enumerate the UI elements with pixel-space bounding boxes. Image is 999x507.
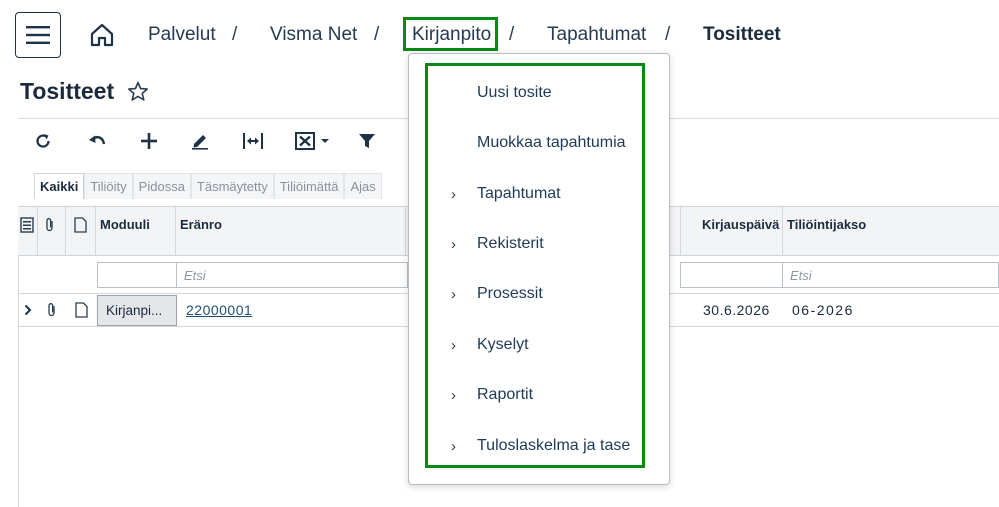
filter-icon xyxy=(359,134,375,148)
chevron-down-icon xyxy=(320,139,329,143)
add-icon xyxy=(141,133,157,149)
row-posting-date: 30.6.2026 xyxy=(703,302,770,318)
export-excel-dropdown[interactable] xyxy=(292,128,332,154)
breadcrumb-separator: / xyxy=(509,24,515,45)
chevron-right-icon xyxy=(24,304,32,316)
breadcrumb-visma-net[interactable]: Visma Net xyxy=(270,24,357,46)
menu-item-label: Muokkaa tapahtumia xyxy=(477,134,626,151)
tab-bar: Kaikki Tiliöity Pidossa Täsmäytetty Tili… xyxy=(34,173,382,199)
edit-button[interactable] xyxy=(187,128,213,154)
menu-item-tuloslaskelma-ja-tase[interactable]: › Tuloslaskelma ja tase xyxy=(430,431,642,461)
filter-eranro-input[interactable]: Etsi xyxy=(176,262,408,288)
row-period: 06-2026 xyxy=(792,302,854,318)
tab-ajas[interactable]: Ajas xyxy=(344,173,382,199)
breadcrumb-separator: / xyxy=(665,24,671,45)
menu-item-uusi-tosite[interactable]: Uusi tosite xyxy=(430,78,642,108)
breadcrumb-separator: / xyxy=(232,24,238,45)
menu-item-label: Raportit xyxy=(477,386,534,403)
chevron-right-icon: › xyxy=(451,235,456,253)
menu-item-label: Rekisterit xyxy=(477,235,544,252)
breadcrumb-palvelut[interactable]: Palvelut xyxy=(148,24,216,46)
menu-item-label: Prosessit xyxy=(477,285,543,302)
paperclip-icon xyxy=(48,303,55,317)
breadcrumb-separator: / xyxy=(374,24,380,45)
undo-button[interactable] xyxy=(84,128,110,154)
breadcrumb-current: Tositteet xyxy=(703,24,781,45)
column-header-moduuli[interactable]: Moduuli xyxy=(96,207,176,256)
breadcrumb-kirjanpito[interactable]: Kirjanpito xyxy=(412,24,491,46)
tab-tasmaytetty[interactable]: Täsmäytetty xyxy=(190,173,274,199)
chevron-right-icon: › xyxy=(451,285,456,303)
fit-columns-icon xyxy=(243,133,263,149)
menu-item-label: Kyselyt xyxy=(477,336,529,353)
menu-item-label: Tuloslaskelma ja tase xyxy=(477,437,631,454)
undo-icon xyxy=(89,135,106,145)
batch-number-link[interactable]: 22000001 xyxy=(186,302,252,318)
edit-icon xyxy=(192,135,208,150)
home-button[interactable] xyxy=(86,20,118,50)
fit-columns-button[interactable] xyxy=(240,128,266,154)
tab-kaikki[interactable]: Kaikki xyxy=(34,173,85,199)
filter-moduuli-input[interactable] xyxy=(97,262,177,288)
menu-item-label: Uusi tosite xyxy=(477,84,552,101)
home-icon xyxy=(90,23,114,47)
column-header-tiliointijakso[interactable]: Tiliöintijakso xyxy=(783,207,999,256)
row-expand-button[interactable] xyxy=(18,294,38,326)
menu-item-tapahtumat[interactable]: › Tapahtumat xyxy=(430,179,642,209)
tab-pidossa[interactable]: Pidossa xyxy=(132,173,191,199)
tab-tilioimatta[interactable]: Tiliöimättä xyxy=(273,173,345,199)
refresh-button[interactable] xyxy=(30,128,56,154)
tab-tilioity[interactable]: Tiliöity xyxy=(84,173,133,199)
menu-item-raportit[interactable]: › Raportit xyxy=(430,380,642,410)
document-icon xyxy=(74,217,87,233)
breadcrumb-tapahtumat[interactable]: Tapahtumat xyxy=(547,24,646,46)
menu-item-prosessit[interactable]: › Prosessit xyxy=(430,279,642,309)
filter-tiliointijakso-input[interactable]: Etsi xyxy=(782,262,999,288)
paperclip-icon xyxy=(46,218,53,232)
document-icon xyxy=(74,302,88,318)
header-notes-cell[interactable] xyxy=(18,207,38,256)
excel-icon xyxy=(294,132,315,150)
chevron-right-icon: › xyxy=(451,437,456,455)
row-batch-link[interactable]: 22000001 xyxy=(180,294,258,326)
row-module-cell[interactable]: Kirjanpi... xyxy=(97,295,177,326)
row-attachment-button[interactable] xyxy=(38,294,66,326)
favorite-button[interactable] xyxy=(126,80,150,104)
chevron-right-icon: › xyxy=(451,336,456,354)
chevron-right-icon: › xyxy=(451,386,456,404)
menu-item-kyselyt[interactable]: › Kyselyt xyxy=(430,330,642,360)
chevron-right-icon: › xyxy=(451,185,456,203)
menu-item-label: Tapahtumat xyxy=(477,185,561,202)
menu-item-rekisterit[interactable]: › Rekisterit xyxy=(430,229,642,259)
filter-button[interactable] xyxy=(354,128,380,154)
refresh-icon xyxy=(36,134,50,148)
menu-button[interactable] xyxy=(15,12,61,58)
column-header-eranro[interactable]: Eränro xyxy=(176,207,406,256)
notes-icon xyxy=(20,217,34,233)
column-header-kirjauspaiva[interactable]: Kirjauspäivä xyxy=(680,207,783,256)
page-title: Tositteet xyxy=(20,78,115,104)
header-attachment-cell[interactable] xyxy=(38,207,66,256)
filter-kirjauspaiva-input[interactable] xyxy=(680,262,783,288)
add-button[interactable] xyxy=(136,128,162,154)
menu-icon xyxy=(26,26,50,44)
menu-item-muokkaa-tapahtumia[interactable]: Muokkaa tapahtumia xyxy=(430,128,642,158)
row-document-button[interactable] xyxy=(66,294,96,326)
header-document-cell[interactable] xyxy=(66,207,96,256)
star-icon xyxy=(128,81,148,101)
